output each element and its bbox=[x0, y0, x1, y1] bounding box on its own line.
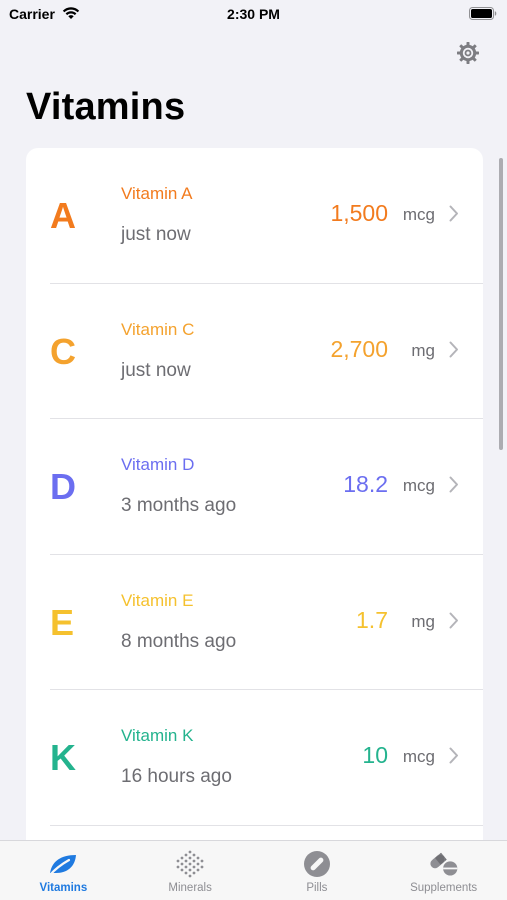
status-time: 2:30 PM bbox=[227, 6, 280, 22]
vitamin-last-logged: 3 months ago bbox=[121, 495, 237, 516]
vitamin-last-logged: just now bbox=[121, 224, 191, 245]
vitamin-row-e[interactable]: E Vitamin E 8 months ago 1.7 mg bbox=[26, 555, 483, 690]
status-bar: Carrier 2:30 PM bbox=[0, 0, 507, 30]
chevron-right-icon bbox=[449, 476, 458, 493]
vitamin-unit: mg bbox=[411, 611, 435, 631]
vitamin-list: A Vitamin A just now 1,500 mcg C Vitamin… bbox=[26, 148, 483, 848]
vitamin-last-logged: 8 months ago bbox=[121, 630, 237, 652]
tab-label: Vitamins bbox=[39, 882, 88, 894]
vitamin-unit: mg bbox=[411, 340, 435, 360]
page-title: Vitamins bbox=[26, 86, 186, 128]
battery-icon bbox=[469, 7, 497, 20]
vitamin-last-logged: just now bbox=[121, 359, 191, 381]
vitamin-amount: 1,500 bbox=[330, 200, 388, 226]
tab-supplements[interactable]: Supplements bbox=[380, 841, 507, 900]
vitamin-unit: mcg bbox=[402, 205, 435, 224]
settings-button[interactable] bbox=[455, 40, 481, 66]
vitamin-amount: 10 bbox=[362, 742, 388, 768]
tab-label: Minerals bbox=[168, 882, 212, 894]
vitamin-letter: E bbox=[50, 601, 75, 643]
chevron-right-icon bbox=[449, 747, 458, 764]
tab-label: Supplements bbox=[410, 882, 478, 894]
gear-icon bbox=[457, 42, 479, 64]
vitamin-row-k[interactable]: K Vitamin K 16 hours ago 10 mcg bbox=[26, 690, 483, 826]
vitamin-name: Vitamin A bbox=[121, 184, 193, 203]
tab-vitamins[interactable]: Vitamins bbox=[0, 841, 127, 900]
vitamin-last-logged: 16 hours ago bbox=[121, 766, 232, 787]
pill-icon bbox=[301, 849, 333, 879]
vitamin-letter: C bbox=[50, 330, 76, 372]
leaf-icon bbox=[47, 849, 79, 879]
tab-bar: Vitamins Minerals Pills Supplements bbox=[0, 840, 507, 900]
row-divider bbox=[50, 824, 483, 826]
vitamin-amount: 18.2 bbox=[343, 471, 388, 497]
vitamin-name: Vitamin K bbox=[121, 726, 194, 745]
screen: Carrier 2:30 PM Vitamins A Vitamin A jus… bbox=[0, 0, 507, 900]
vitamin-name: Vitamin D bbox=[121, 455, 195, 474]
vitamin-letter: K bbox=[50, 737, 76, 778]
dots-grid-icon bbox=[174, 849, 206, 879]
vitamin-row-c[interactable]: C Vitamin C just now 2,700 mg bbox=[26, 284, 483, 419]
vitamin-amount: 1.7 bbox=[356, 606, 388, 633]
vitamin-amount: 2,700 bbox=[330, 335, 388, 362]
vitamin-unit: mcg bbox=[402, 476, 435, 495]
tab-pills[interactable]: Pills bbox=[254, 841, 381, 900]
tab-label: Pills bbox=[306, 882, 328, 894]
vitamin-name: Vitamin C bbox=[121, 319, 195, 339]
chevron-right-icon bbox=[449, 341, 458, 357]
vitamin-unit: mcg bbox=[402, 747, 435, 766]
vitamin-row-a[interactable]: A Vitamin A just now 1,500 mcg bbox=[26, 148, 483, 284]
vitamin-letter: A bbox=[50, 195, 76, 236]
tab-minerals[interactable]: Minerals bbox=[127, 841, 254, 900]
capsules-icon bbox=[428, 849, 460, 879]
scroll-indicator[interactable] bbox=[499, 158, 503, 450]
vitamin-letter: D bbox=[50, 466, 76, 507]
vitamin-name: Vitamin E bbox=[121, 590, 194, 610]
chevron-right-icon bbox=[449, 612, 458, 628]
vitamin-row-d[interactable]: D Vitamin D 3 months ago 18.2 mcg bbox=[26, 419, 483, 555]
chevron-right-icon bbox=[449, 205, 458, 222]
